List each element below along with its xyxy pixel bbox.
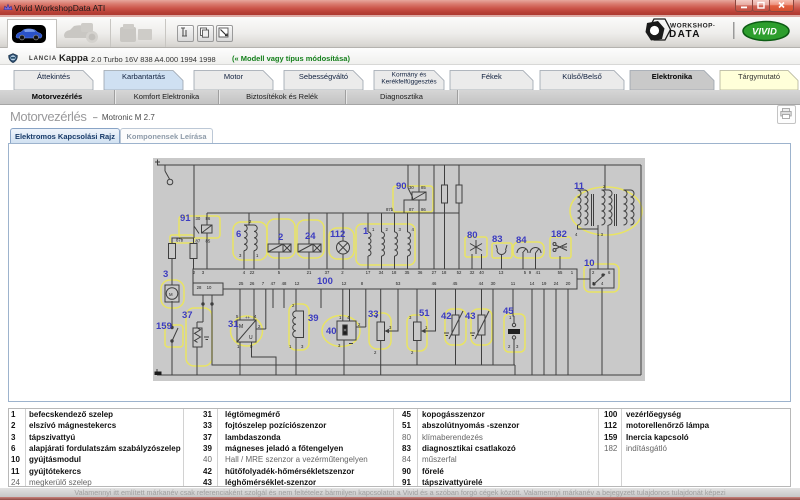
svg-text:182: 182 bbox=[551, 229, 567, 240]
svg-text:53: 53 bbox=[396, 281, 401, 286]
svg-text:12: 12 bbox=[295, 281, 300, 286]
svg-text:91: 91 bbox=[180, 213, 191, 224]
svg-text:32: 32 bbox=[470, 270, 475, 275]
svg-text:U: U bbox=[249, 335, 253, 341]
svg-text:87: 87 bbox=[196, 239, 201, 244]
svg-text:37: 37 bbox=[325, 270, 330, 275]
svg-text:17: 17 bbox=[366, 270, 371, 275]
svg-text:112: 112 bbox=[330, 229, 345, 240]
svg-text:Kormány és: Kormány és bbox=[392, 72, 427, 79]
svg-text:25: 25 bbox=[239, 281, 244, 286]
svg-text:34: 34 bbox=[379, 270, 384, 275]
svg-text:Tárgymutató: Tárgymutató bbox=[738, 72, 780, 81]
svg-text:43: 43 bbox=[465, 311, 476, 322]
svg-text:10: 10 bbox=[207, 285, 212, 290]
svg-text:18: 18 bbox=[442, 270, 447, 275]
svg-text:44: 44 bbox=[479, 281, 484, 286]
svg-text:51: 51 bbox=[419, 308, 430, 319]
svg-text:42: 42 bbox=[441, 311, 452, 322]
svg-text:84: 84 bbox=[516, 235, 527, 246]
svg-text:12: 12 bbox=[342, 281, 347, 286]
svg-text:Áttekintés: Áttekintés bbox=[37, 72, 70, 81]
svg-text:24: 24 bbox=[305, 231, 316, 242]
svg-text:87b: 87b bbox=[386, 207, 394, 212]
svg-text:DATA: DATA bbox=[669, 29, 701, 40]
svg-text:19: 19 bbox=[542, 281, 547, 286]
svg-text:37: 37 bbox=[182, 310, 193, 321]
svg-text:28: 28 bbox=[197, 285, 202, 290]
svg-text:Külső/Belső: Külső/Belső bbox=[562, 72, 602, 81]
svg-text:11: 11 bbox=[511, 281, 516, 286]
svg-text:14: 14 bbox=[530, 281, 535, 286]
svg-text:80: 80 bbox=[467, 230, 478, 241]
svg-text:2: 2 bbox=[278, 232, 283, 243]
svg-text:26: 26 bbox=[250, 281, 255, 286]
svg-text:87b: 87b bbox=[176, 238, 184, 243]
svg-text:35: 35 bbox=[405, 270, 410, 275]
svg-text:30: 30 bbox=[196, 216, 201, 221]
svg-text:83: 83 bbox=[492, 234, 503, 245]
svg-text:M: M bbox=[169, 292, 173, 297]
svg-text:Motor: Motor bbox=[224, 72, 244, 81]
svg-text:M: M bbox=[239, 324, 243, 330]
svg-text:21: 21 bbox=[307, 270, 312, 275]
svg-text:30: 30 bbox=[409, 185, 414, 190]
svg-text:24: 24 bbox=[554, 281, 559, 286]
svg-text:VIVID: VIVID bbox=[752, 27, 777, 38]
svg-text:85: 85 bbox=[421, 185, 426, 190]
svg-text:90: 90 bbox=[396, 181, 407, 192]
svg-text:86: 86 bbox=[421, 207, 426, 212]
svg-text:22: 22 bbox=[250, 270, 255, 275]
svg-text:85: 85 bbox=[206, 239, 211, 244]
svg-text:41: 41 bbox=[536, 270, 541, 275]
svg-text:86: 86 bbox=[206, 216, 211, 221]
svg-text:Fékek: Fékek bbox=[481, 72, 502, 81]
svg-text:45: 45 bbox=[453, 281, 458, 286]
svg-text:36: 36 bbox=[418, 270, 423, 275]
svg-text:Kerékfelfüggesztés: Kerékfelfüggesztés bbox=[381, 79, 437, 86]
svg-text:++: ++ bbox=[245, 315, 251, 320]
svg-text:1 3: 1 3 bbox=[597, 232, 604, 237]
svg-text:40: 40 bbox=[326, 326, 337, 337]
svg-text:40: 40 bbox=[479, 270, 484, 275]
svg-text:48: 48 bbox=[282, 281, 287, 286]
svg-text:46: 46 bbox=[432, 281, 437, 286]
svg-text:10: 10 bbox=[584, 258, 595, 269]
svg-text:Karbantartás: Karbantartás bbox=[122, 72, 165, 81]
svg-text:27: 27 bbox=[432, 270, 437, 275]
svg-text:1: 1 bbox=[363, 226, 369, 237]
svg-text:Elektronika: Elektronika bbox=[652, 72, 693, 81]
svg-text:47: 47 bbox=[271, 281, 276, 286]
svg-text:18: 18 bbox=[392, 270, 397, 275]
svg-text:3: 3 bbox=[163, 269, 168, 280]
svg-text:Sebességváltó: Sebességváltó bbox=[299, 72, 348, 81]
svg-text:31: 31 bbox=[228, 319, 239, 330]
svg-text:55: 55 bbox=[558, 270, 563, 275]
svg-text:87: 87 bbox=[409, 207, 414, 212]
svg-text:20: 20 bbox=[566, 281, 571, 286]
svg-text:159: 159 bbox=[156, 321, 172, 332]
svg-text:52: 52 bbox=[457, 270, 462, 275]
svg-text:11: 11 bbox=[574, 181, 585, 192]
svg-text:100: 100 bbox=[317, 276, 333, 287]
svg-text:6: 6 bbox=[236, 229, 241, 240]
svg-text:13: 13 bbox=[499, 270, 504, 275]
svg-text:39: 39 bbox=[308, 313, 319, 324]
svg-text:30: 30 bbox=[491, 281, 496, 286]
